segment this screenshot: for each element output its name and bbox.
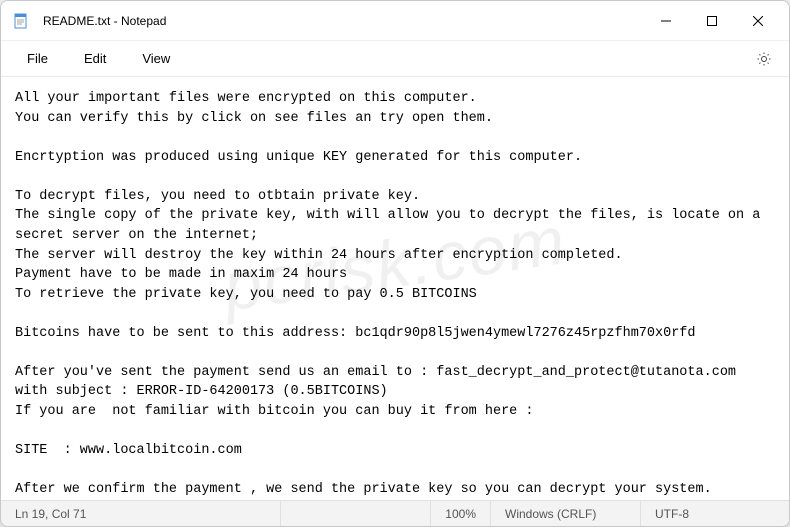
menu-edit[interactable]: Edit <box>66 45 124 72</box>
window-controls <box>643 5 781 37</box>
gear-icon <box>756 51 772 67</box>
text-editor[interactable]: All your important files were encrypted … <box>1 77 789 500</box>
maximize-button[interactable] <box>689 5 735 37</box>
menu-bar: File Edit View <box>1 41 789 77</box>
status-position: Ln 19, Col 71 <box>1 501 281 526</box>
close-button[interactable] <box>735 5 781 37</box>
status-line-ending: Windows (CRLF) <box>491 501 641 526</box>
settings-button[interactable] <box>747 44 781 74</box>
window-title: README.txt - Notepad <box>43 14 643 28</box>
notepad-window: README.txt - Notepad File Edit View All … <box>0 0 790 527</box>
title-bar: README.txt - Notepad <box>1 1 789 41</box>
notepad-icon <box>13 13 29 29</box>
menu-view[interactable]: View <box>124 45 188 72</box>
menu-file[interactable]: File <box>9 45 66 72</box>
minimize-button[interactable] <box>643 5 689 37</box>
status-encoding: UTF-8 <box>641 501 789 526</box>
status-bar: Ln 19, Col 71 100% Windows (CRLF) UTF-8 <box>1 500 789 526</box>
status-zoom: 100% <box>431 501 491 526</box>
